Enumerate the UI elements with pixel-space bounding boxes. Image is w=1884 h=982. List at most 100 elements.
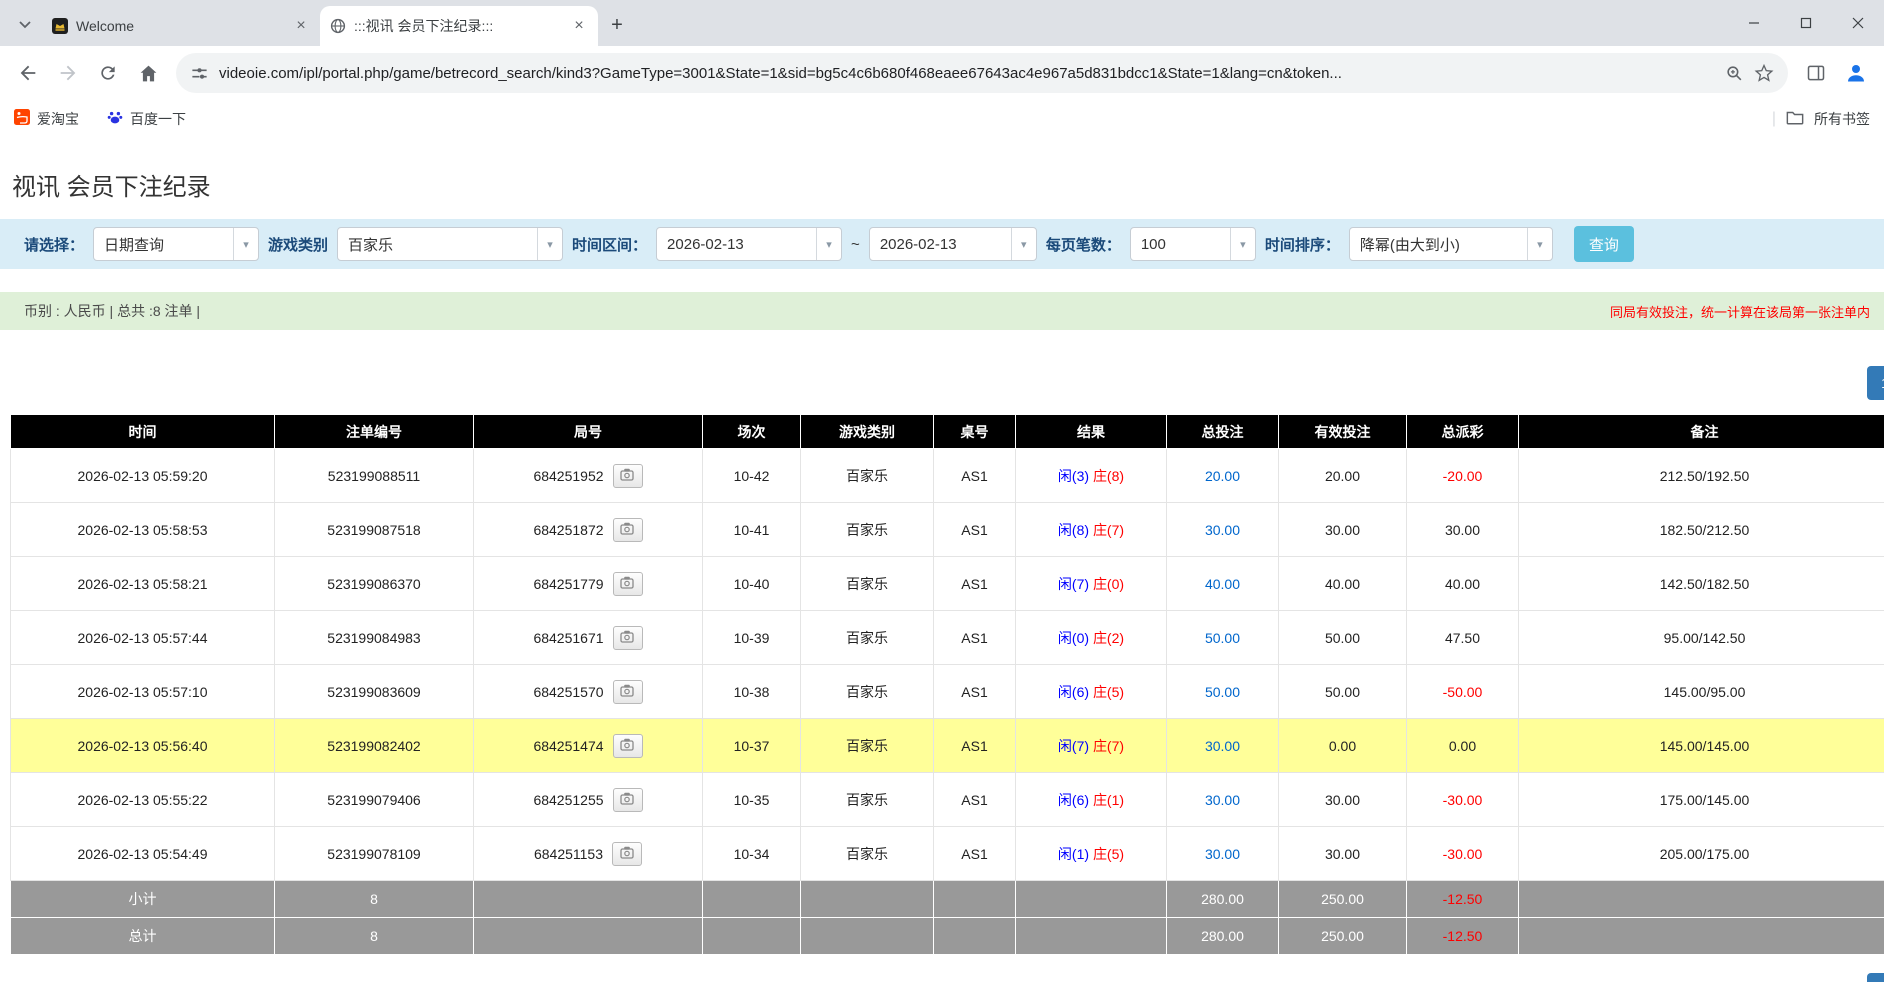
total-valid-bet: 250.00 [1279,918,1407,955]
minimize-icon[interactable] [1728,0,1780,46]
camera-icon [620,738,635,754]
cell-round: 684251671 [474,611,703,665]
result-player: 闲(1) [1058,846,1089,862]
cell-session: 10-42 [703,449,801,503]
cell-valid-bet: 0.00 [1279,719,1407,773]
table-row: 2026-02-13 05:59:20523199088511684251952… [11,449,1884,503]
sort-select[interactable]: 降幂(由大到小) ▾ [1349,227,1553,261]
page-title: 视讯 会员下注纪录 [12,167,1884,202]
search-button[interactable]: 查询 [1574,226,1634,262]
page-number-button[interactable]: 1 [1867,973,1884,982]
new-tab-button[interactable]: + [602,10,632,40]
cell-total-bet[interactable]: 40.00 [1167,557,1279,611]
per-page-select[interactable]: 100 ▾ [1130,227,1256,261]
result-banker: 庄(1) [1093,792,1124,808]
tab-close-icon[interactable]: × [292,17,310,35]
camera-icon [620,468,635,484]
refresh-icon[interactable] [90,55,126,91]
date-from-select[interactable]: 2026-02-13 ▾ [656,227,842,261]
bookmark-baidu[interactable]: 百度一下 [107,109,186,129]
column-header-remark: 备注 [1519,415,1884,449]
cell-payout: 0.00 [1407,719,1519,773]
page-number-button[interactable]: 1 [1867,366,1884,400]
cell-game: 百家乐 [801,449,934,503]
bookmarks-divider: | [1772,110,1776,128]
cell-time: 2026-02-13 05:56:40 [11,719,275,773]
tab-search-chevron-icon[interactable] [10,10,40,40]
cell-total-bet[interactable]: 50.00 [1167,665,1279,719]
zoom-icon[interactable] [1725,64,1744,83]
video-replay-button[interactable] [612,842,642,866]
forward-icon[interactable] [50,55,86,91]
cell-valid-bet: 40.00 [1279,557,1407,611]
cell-payout: -30.00 [1407,827,1519,881]
cell-session: 10-40 [703,557,801,611]
round-number: 684251255 [533,792,603,808]
cell-total-bet[interactable]: 30.00 [1167,827,1279,881]
column-header-bet-id: 注单编号 [275,415,474,449]
cell-table-no: AS1 [934,449,1016,503]
cell-result: 闲(1) 庄(5) [1016,827,1167,881]
cell-remark: 182.50/212.50 [1519,503,1884,557]
cell-total-bet[interactable]: 20.00 [1167,449,1279,503]
video-replay-button[interactable] [613,572,643,596]
cell-total-bet[interactable]: 30.00 [1167,503,1279,557]
profile-avatar-icon[interactable] [1838,55,1874,91]
chevron-down-icon: ▾ [1011,228,1036,260]
cell-result: 闲(6) 庄(5) [1016,665,1167,719]
close-icon[interactable] [1832,0,1884,46]
cell-session: 10-39 [703,611,801,665]
bookmark-aitaobao[interactable]: 爱淘宝 [14,109,79,129]
video-replay-button[interactable] [613,518,643,542]
round-number: 684251872 [533,522,603,538]
query-type-value: 日期查询 [94,234,233,255]
address-bar[interactable]: videoie.com/ipl/portal.php/game/betrecor… [176,53,1788,93]
cell-total-bet[interactable]: 30.00 [1167,719,1279,773]
side-panel-icon[interactable] [1798,55,1834,91]
per-page-label: 每页笔数： [1046,234,1121,255]
tab-welcome[interactable]: Welcome × [42,6,320,46]
cell-time: 2026-02-13 05:59:20 [11,449,275,503]
tab-bet-records[interactable]: :::视讯 会员下注纪录::: × [320,6,598,46]
camera-icon [620,684,635,700]
video-replay-button[interactable] [613,734,643,758]
cell-game: 百家乐 [801,611,934,665]
cell-payout: -50.00 [1407,665,1519,719]
cell-game: 百家乐 [801,719,934,773]
result-player: 闲(0) [1058,630,1089,646]
home-icon[interactable] [130,55,166,91]
query-type-label: 请选择： [24,234,84,255]
cell-game: 百家乐 [801,665,934,719]
total-label: 总计 [11,918,275,955]
tab-close-icon[interactable]: × [570,17,588,35]
cell-total-bet[interactable]: 30.00 [1167,773,1279,827]
cell-round: 684251474 [474,719,703,773]
maximize-icon[interactable] [1780,0,1832,46]
bookmark-label: 百度一下 [130,109,186,129]
video-replay-button[interactable] [613,626,643,650]
date-range-label: 时间区间： [572,234,647,255]
query-type-select[interactable]: 日期查询 ▾ [93,227,259,261]
cell-bet-id: 523199083609 [275,665,474,719]
round-number: 684251474 [533,738,603,754]
cell-bet-id: 523199087518 [275,503,474,557]
table-header-row: 时间注单编号局号场次游戏类别桌号结果总投注有效投注总派彩备注 [11,415,1884,449]
bookmark-star-icon[interactable] [1754,63,1774,83]
result-player: 闲(3) [1058,468,1089,484]
date-to-select[interactable]: 2026-02-13 ▾ [869,227,1037,261]
column-header-result: 结果 [1016,415,1167,449]
video-replay-button[interactable] [613,464,643,488]
cell-game: 百家乐 [801,557,934,611]
all-bookmarks[interactable]: | 所有书签 [1772,109,1870,129]
site-settings-tune-icon[interactable] [190,64,209,83]
cell-total-bet[interactable]: 50.00 [1167,611,1279,665]
back-icon[interactable] [10,55,46,91]
result-player: 闲(8) [1058,522,1089,538]
round-number: 684251779 [533,576,603,592]
result-banker: 庄(5) [1093,684,1124,700]
folder-icon [1786,109,1804,128]
video-replay-button[interactable] [613,680,643,704]
empty-cell [801,918,934,955]
video-replay-button[interactable] [613,788,643,812]
game-type-select[interactable]: 百家乐 ▾ [337,227,563,261]
